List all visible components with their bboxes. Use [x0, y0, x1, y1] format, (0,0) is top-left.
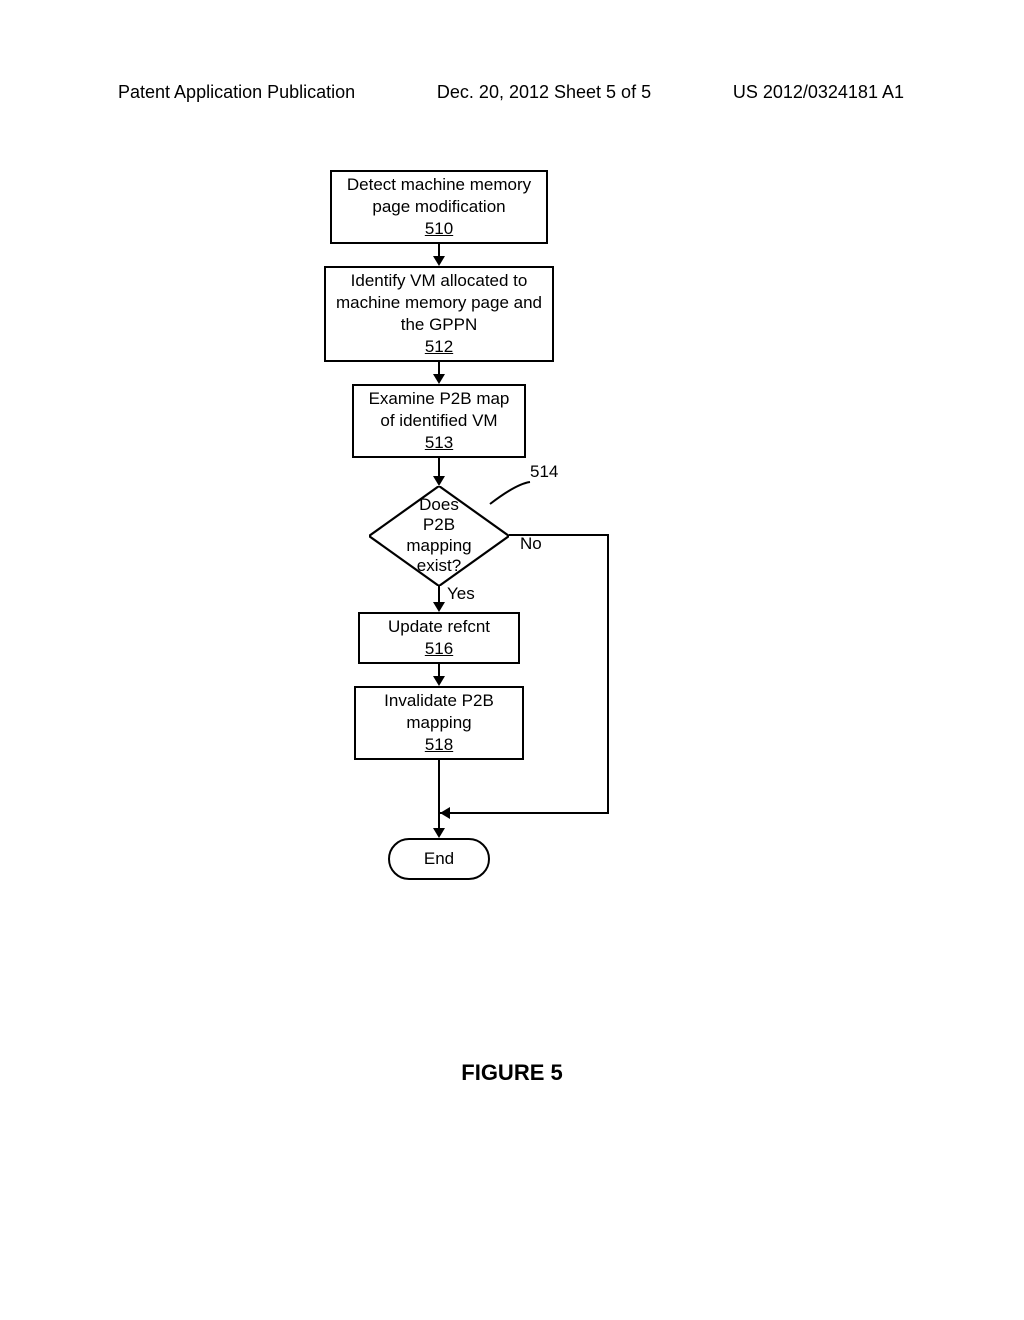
arrowhead-516-518 [433, 676, 445, 686]
no-hline [509, 534, 609, 536]
terminal-end-text: End [424, 849, 454, 869]
box-513-text: Examine P2B map of identified VM [360, 388, 518, 432]
arrowhead-513-514 [433, 476, 445, 486]
figure-label: FIGURE 5 [0, 1060, 1024, 1086]
box-512: Identify VM allocated to machine memory … [324, 266, 554, 362]
box-512-ref: 512 [425, 336, 453, 358]
box-510: Detect machine memory page modification … [330, 170, 548, 244]
label-yes: Yes [447, 584, 475, 604]
terminal-end: End [388, 838, 490, 880]
no-hline2 [440, 812, 609, 814]
header-right: US 2012/0324181 A1 [733, 82, 904, 103]
box-518-ref: 518 [425, 734, 453, 756]
box-513-ref: 513 [425, 432, 453, 454]
arrowhead-510-512 [433, 256, 445, 266]
box-513: Examine P2B map of identified VM 513 [352, 384, 526, 458]
box-516-text: Update refcnt [388, 616, 490, 638]
box-516: Update refcnt 516 [358, 612, 520, 664]
box-518-text: Invalidate P2B mapping [362, 690, 516, 734]
arrowhead-512-513 [433, 374, 445, 384]
callout-514: 514 [530, 462, 558, 482]
label-no: No [520, 534, 542, 554]
arrowhead-518-end [433, 828, 445, 838]
box-510-ref: 510 [425, 218, 453, 240]
box-516-ref: 516 [425, 638, 453, 660]
callout-514-line [488, 480, 532, 506]
arrow-518-end [438, 760, 440, 830]
arrow-513-514 [438, 458, 440, 478]
flowchart: Detect machine memory page modification … [0, 160, 1024, 920]
header-left: Patent Application Publication [118, 82, 355, 103]
box-512-text: Identify VM allocated to machine memory … [332, 270, 546, 336]
arrowhead-514-516 [433, 602, 445, 612]
box-510-text: Detect machine memory page modification [338, 174, 540, 218]
header-center: Dec. 20, 2012 Sheet 5 of 5 [437, 82, 651, 103]
box-518: Invalidate P2B mapping 518 [354, 686, 524, 760]
decision-514-text: Does P2B mapping exist? [404, 495, 474, 577]
no-vline [607, 534, 609, 814]
arrowhead-no-merge [440, 807, 450, 819]
page-header: Patent Application Publication Dec. 20, … [0, 82, 1024, 103]
